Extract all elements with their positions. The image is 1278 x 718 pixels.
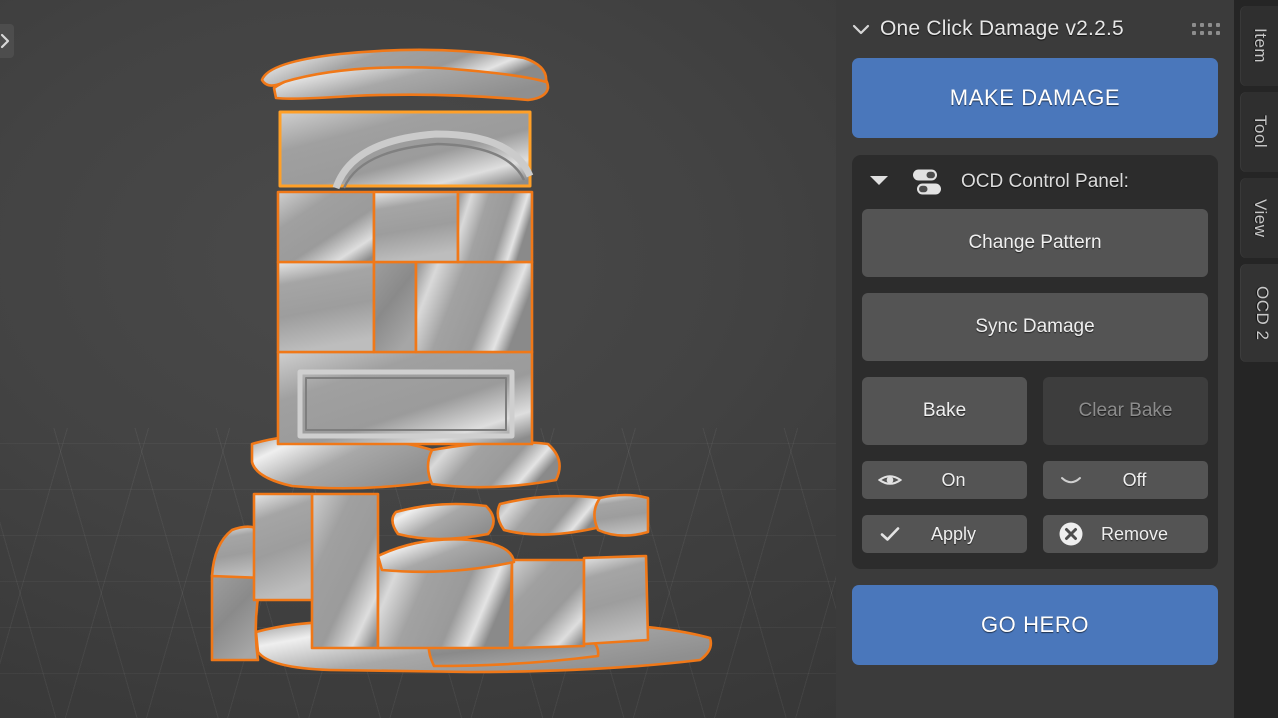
apply-button[interactable]: Apply: [862, 515, 1027, 553]
sidebar-item-item[interactable]: Item: [1240, 6, 1278, 86]
sidebar-item-tool[interactable]: Tool: [1240, 92, 1278, 172]
sidebar-tab-strip: Item Tool View OCD 2: [1234, 0, 1278, 718]
triangle-down-icon[interactable]: [868, 173, 890, 192]
chevron-down-icon[interactable]: [852, 23, 870, 35]
ocd-control-panel-box: OCD Control Panel: Change Pattern Sync D…: [852, 155, 1218, 569]
tab-label: View: [1251, 198, 1270, 238]
sync-damage-button[interactable]: Sync Damage: [862, 293, 1208, 361]
remove-label: Remove: [1100, 523, 1169, 544]
ocd-control-panel-body: Change Pattern Sync Damage Bake Clear Ba…: [852, 209, 1218, 553]
sliders-toggle-icon: [910, 167, 944, 197]
make-damage-button[interactable]: MAKE DAMAGE: [852, 58, 1218, 138]
circle-x-icon: [1057, 521, 1085, 547]
panel-header: One Click Damage v2.2.5: [836, 0, 1234, 58]
apply-label: Apply: [930, 523, 977, 544]
eye-closed-icon: [1057, 472, 1085, 488]
ocd-addon-panel: One Click Damage v2.2.5 MAKE DAMAGE OCD …: [836, 0, 1234, 718]
eye-open-icon: [876, 472, 904, 488]
visibility-off-label: Off: [1122, 469, 1147, 490]
go-hero-button[interactable]: GO HERO: [852, 585, 1218, 665]
blender-window: One Click Damage v2.2.5 MAKE DAMAGE OCD …: [0, 0, 1278, 718]
3d-viewport[interactable]: [0, 0, 836, 718]
checkmark-icon: [876, 525, 904, 543]
bake-button[interactable]: Bake: [862, 377, 1027, 445]
visibility-on-button[interactable]: On: [862, 461, 1027, 499]
visibility-on-label: On: [941, 469, 966, 490]
grip-dots-icon[interactable]: [1192, 23, 1220, 35]
tab-label: Tool: [1251, 115, 1270, 149]
make-damage-container: MAKE DAMAGE: [836, 58, 1234, 138]
ocd-control-panel-label: OCD Control Panel:: [961, 171, 1129, 192]
stone-tower-model[interactable]: [0, 0, 836, 718]
ocd-control-panel-header[interactable]: OCD Control Panel:: [852, 155, 1218, 209]
clear-bake-button: Clear Bake: [1043, 377, 1208, 445]
tab-label: OCD 2: [1253, 285, 1272, 341]
sidebar-item-ocd-2[interactable]: OCD 2: [1240, 264, 1278, 362]
change-pattern-button[interactable]: Change Pattern: [862, 209, 1208, 277]
tab-label: Item: [1251, 28, 1270, 64]
go-hero-container: GO HERO: [836, 569, 1234, 665]
sidebar-item-view[interactable]: View: [1240, 178, 1278, 258]
panel-title: One Click Damage v2.2.5: [880, 17, 1124, 40]
remove-button[interactable]: Remove: [1043, 515, 1208, 553]
visibility-off-button[interactable]: Off: [1043, 461, 1208, 499]
